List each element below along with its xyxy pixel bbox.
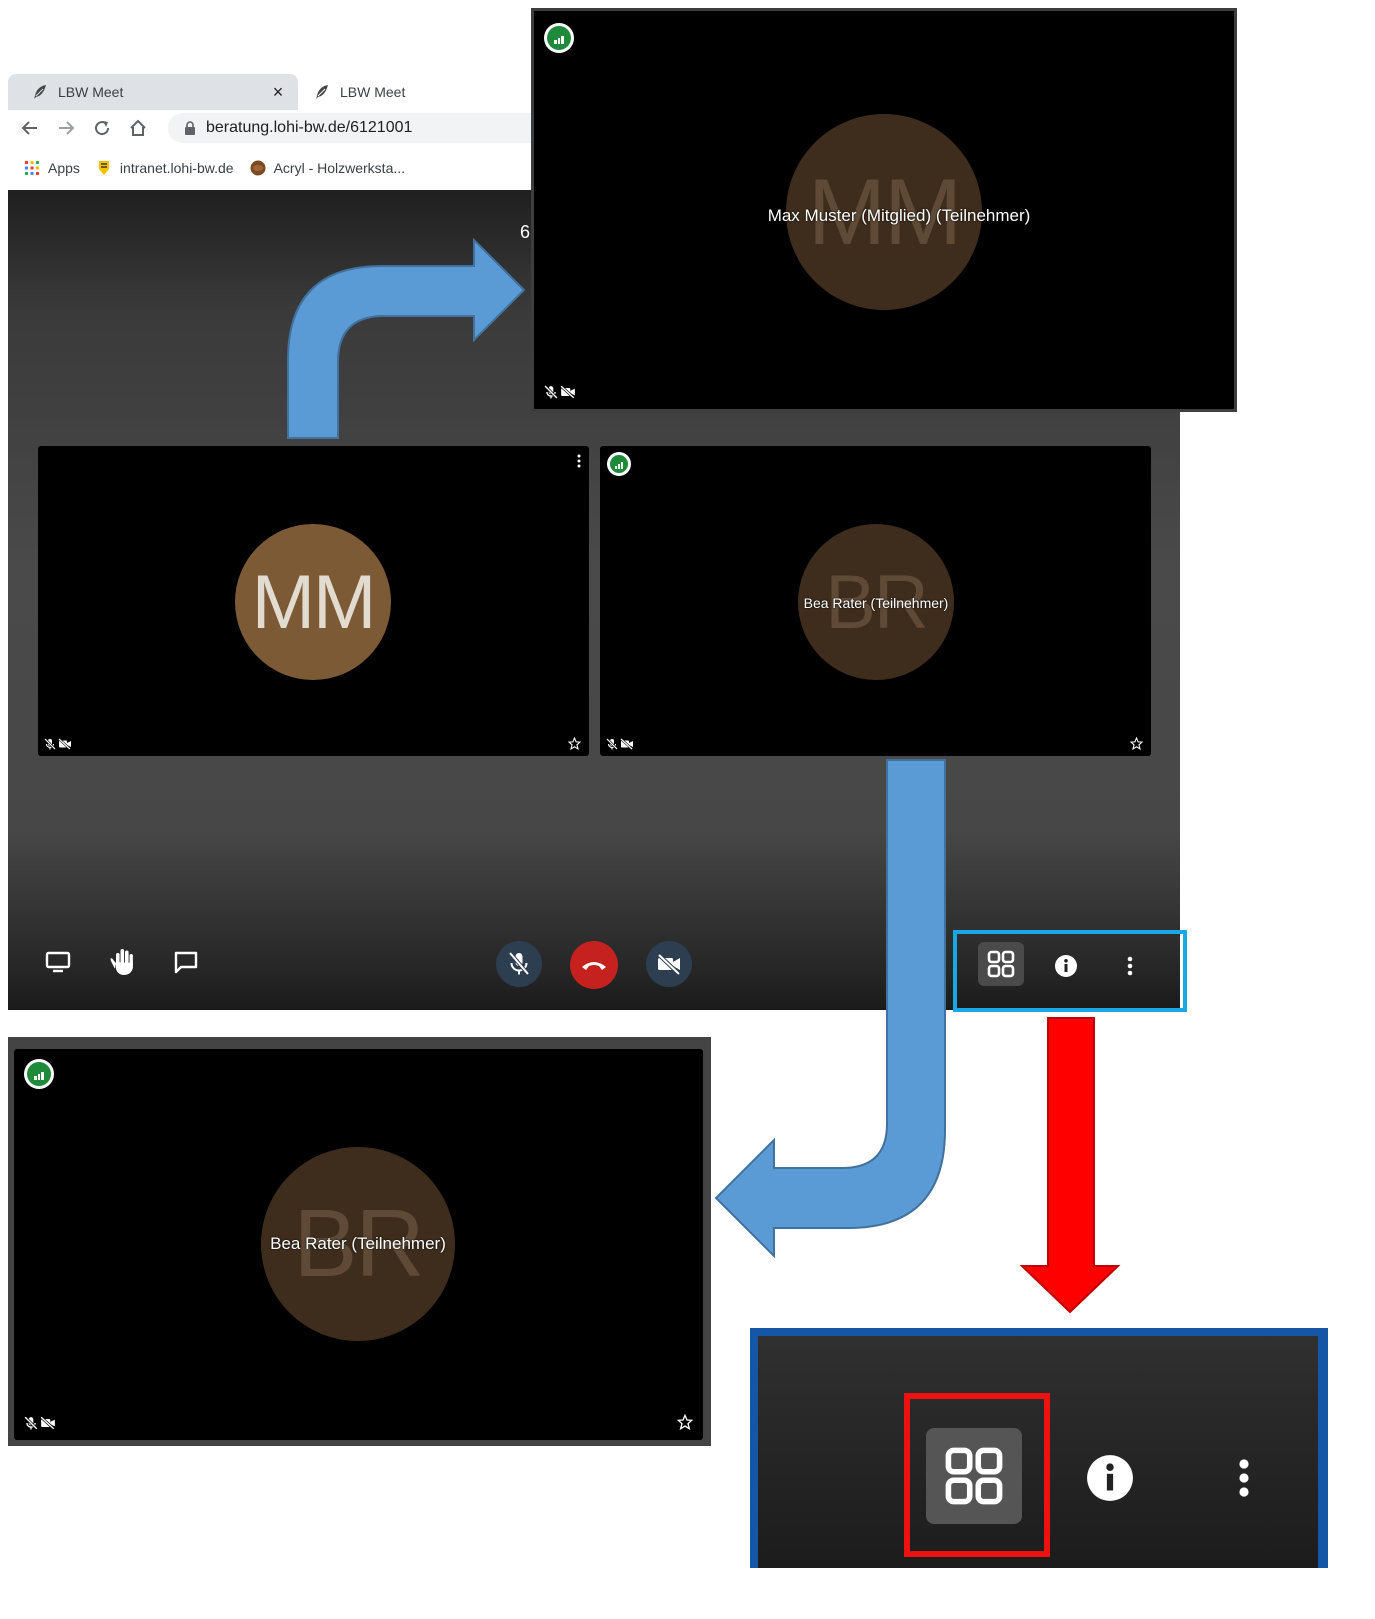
raise-hand-icon bbox=[110, 949, 133, 975]
participant-tile-mm[interactable]: MM bbox=[38, 446, 589, 756]
connection-indicator-icon bbox=[24, 1059, 54, 1089]
connection-indicator-icon bbox=[544, 23, 574, 53]
star-icon[interactable] bbox=[568, 737, 581, 750]
avatar: BR Bea Rater (Teilnehmer) bbox=[261, 1147, 455, 1341]
star-icon bbox=[677, 1414, 693, 1430]
participant-tile-br[interactable]: BR Bea Rater (Teilnehmer) bbox=[600, 446, 1151, 756]
chat-button[interactable] bbox=[170, 946, 202, 978]
camera-off-icon bbox=[657, 953, 681, 975]
hangup-icon bbox=[582, 962, 606, 970]
mic-off-icon bbox=[508, 951, 530, 976]
zoomed-toolbar bbox=[758, 1336, 1318, 1568]
tab-lbw-meet-inactive[interactable]: LBW Meet bbox=[300, 74, 520, 110]
feather-icon bbox=[314, 84, 330, 100]
forward-button[interactable] bbox=[52, 114, 80, 142]
camera-off-icon bbox=[620, 738, 634, 750]
mic-off-icon bbox=[44, 738, 56, 750]
more-button-zoomed bbox=[1228, 1452, 1260, 1504]
mic-off-icon bbox=[606, 738, 618, 750]
avatar-initials: MM bbox=[251, 559, 377, 645]
chat-icon bbox=[174, 951, 198, 974]
bookmark-label: Acryl - Holzwerksta... bbox=[273, 160, 406, 176]
screen-share-icon bbox=[45, 951, 71, 973]
mic-off-icon bbox=[24, 1416, 38, 1430]
raise-hand-button[interactable] bbox=[106, 944, 140, 980]
arrow-right-icon bbox=[59, 121, 75, 135]
info-button-zoomed bbox=[1084, 1452, 1136, 1504]
tab-title: LBW Meet bbox=[58, 84, 124, 100]
tile-view-highlight-box bbox=[904, 1393, 1050, 1557]
more-icon bbox=[1239, 1459, 1249, 1497]
mic-off-icon bbox=[544, 385, 558, 399]
coat-of-arms-icon bbox=[96, 160, 112, 176]
home-button[interactable] bbox=[124, 114, 152, 142]
mute-button[interactable] bbox=[496, 941, 542, 987]
bookmark-acryl[interactable]: Acryl - Holzwerksta... bbox=[250, 160, 405, 176]
toolbar-highlight-box bbox=[953, 930, 1187, 1012]
tile-status bbox=[44, 738, 72, 750]
enlarged-tile-frame: BR Bea Rater (Teilnehmer) bbox=[8, 1037, 711, 1446]
avatar: MM Max Muster (Mitglied) (Teilnehmer) bbox=[768, 114, 1030, 310]
camera-button[interactable] bbox=[646, 941, 692, 987]
reload-button[interactable] bbox=[88, 114, 116, 142]
tab-lbw-meet-active[interactable]: LBW Meet × bbox=[8, 74, 298, 110]
stage-header-number: 6 bbox=[520, 222, 531, 242]
back-button[interactable] bbox=[16, 114, 44, 142]
bookmark-label: intranet.lohi-bw.de bbox=[119, 160, 234, 176]
tile-more-icon[interactable] bbox=[577, 454, 581, 468]
arrow-left-icon bbox=[21, 121, 37, 135]
enlarged-tile-bea-rater: BR Bea Rater (Teilnehmer) bbox=[14, 1049, 703, 1440]
participant-popout-max-muster: MM Max Muster (Mitglied) (Teilnehmer) bbox=[531, 8, 1237, 412]
participant-name: Bea Rater (Teilnehmer) bbox=[270, 1234, 446, 1253]
avatar: BR Bea Rater (Teilnehmer) bbox=[798, 524, 954, 680]
arrow-down-red bbox=[1019, 1017, 1121, 1314]
apps-grid-icon bbox=[24, 160, 40, 176]
camera-off-icon bbox=[40, 1416, 56, 1430]
participant-name: Bea Rater (Teilnehmer) bbox=[803, 595, 949, 611]
tile-status bbox=[544, 385, 576, 399]
bookmark-intranet[interactable]: intranet.lohi-bw.de bbox=[96, 160, 234, 176]
hangup-button[interactable] bbox=[570, 941, 618, 989]
bookmark-apps[interactable]: Apps bbox=[24, 160, 80, 176]
url-text: beratung.lohi-bw.de/6121001 bbox=[206, 119, 413, 136]
participant-name: Max Muster (Mitglied) (Teilnehmer) bbox=[767, 206, 1031, 225]
wood-icon bbox=[250, 160, 266, 176]
connection-indicator-icon[interactable] bbox=[607, 452, 631, 476]
lock-icon bbox=[184, 121, 196, 135]
camera-off-icon bbox=[58, 738, 72, 750]
star-icon[interactable] bbox=[1130, 737, 1143, 750]
camera-off-icon bbox=[560, 385, 576, 399]
tile-status bbox=[24, 1416, 56, 1430]
tile-status bbox=[606, 738, 634, 750]
bookmark-label: Apps bbox=[48, 160, 80, 176]
feather-icon bbox=[32, 84, 48, 100]
home-icon bbox=[130, 119, 146, 136]
avatar: MM bbox=[235, 524, 391, 680]
info-icon bbox=[1087, 1455, 1133, 1501]
tab-title: LBW Meet bbox=[340, 84, 406, 100]
screen-share-button[interactable] bbox=[42, 946, 74, 978]
zoomed-toolbar-frame bbox=[750, 1328, 1328, 1568]
reload-icon bbox=[95, 121, 110, 136]
tab-close-icon[interactable]: × bbox=[268, 82, 288, 102]
